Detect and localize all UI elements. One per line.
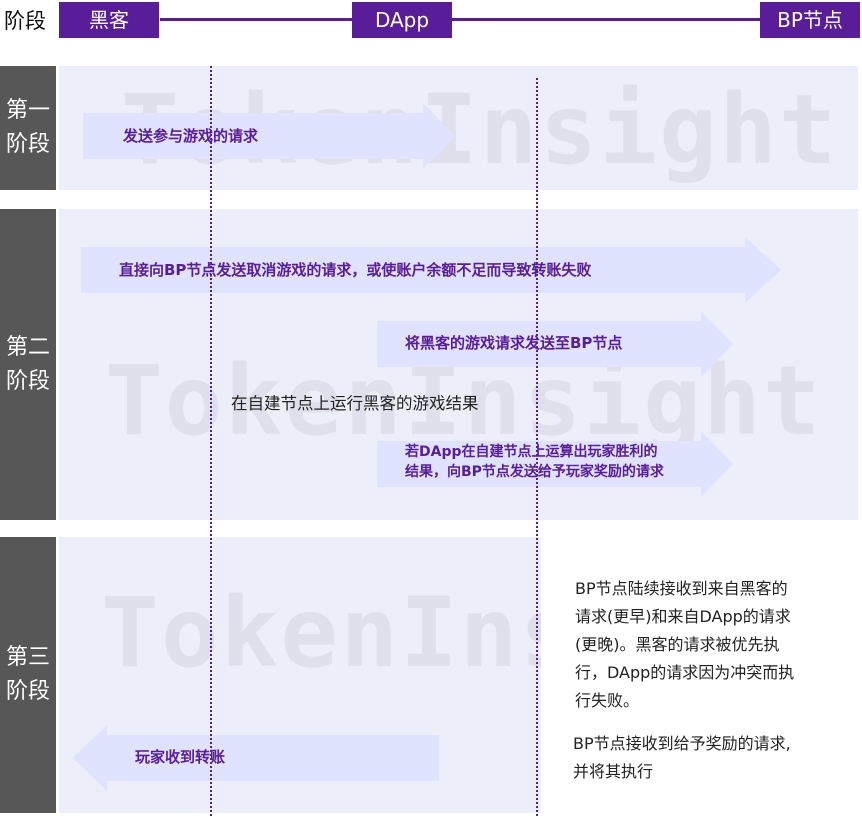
note-line: (更晚)。黑客的请求被优先执	[575, 635, 780, 654]
arrow-label-line1: 若DApp在自建节点上运算出玩家胜利的	[405, 444, 658, 460]
arrow-shape	[73, 725, 439, 791]
arrow-label: 发送参与游戏的请求	[123, 127, 259, 145]
stage-label-3-line2: 阶段	[5, 679, 50, 704]
arrow-player-receives-transfer: 玩家收到转账	[73, 725, 439, 791]
stage-label-2-line2: 阶段	[5, 368, 50, 394]
note-line: 并将其执行	[573, 762, 654, 781]
arrow-label-line2: 结果，向BP节点发送给予玩家奖励的请求	[405, 464, 664, 480]
lane-header-bp: BP节点	[760, 2, 860, 38]
lane-connector-line-left	[160, 18, 352, 21]
arrow-label: 直接向BP节点发送取消游戏的请求，或使账户余额不足而导致转账失败	[119, 261, 592, 279]
arrow-join-game-request: 发送参与游戏的请求	[83, 103, 455, 169]
arrow-send-reward-request: 若DApp在自建节点上运算出玩家胜利的 结果，向BP节点发送给予玩家奖励的请求	[377, 431, 733, 497]
note-line: 行，DApp的请求因为冲突而执	[575, 663, 795, 682]
note-run-hacker-result: 在自建节点上运行黑客的游戏结果	[231, 394, 479, 413]
lane-header-hacker: 黑客	[59, 2, 159, 38]
stage-label-2-line1: 第二	[5, 334, 50, 360]
note-line: 行失败。	[575, 691, 640, 710]
stage-label-2: 第二 阶段	[0, 209, 56, 520]
stage-2-panel: TokenInsight 直接向BP节点发送取消游戏的请求，或使账户余额不足而导…	[59, 209, 858, 520]
arrow-cancel-game-request: 直接向BP节点发送取消游戏的请求，或使账户余额不足而导致转账失败	[81, 237, 781, 303]
stage-label-1: 第一 阶段	[0, 66, 56, 190]
stage-label-3-line1: 第三	[5, 645, 50, 670]
stage-label-3: 第三 阶段	[0, 537, 56, 813]
stage-label-1-line1: 第一	[5, 98, 50, 123]
arrow-forward-hacker-request: 将黑客的游戏请求发送至BP节点	[377, 311, 733, 377]
arrow-label: 将黑客的游戏请求发送至BP节点	[405, 334, 623, 352]
lane-connector-line-right	[452, 18, 760, 21]
note-line: 请求(更早)和来自DApp的请求	[575, 607, 791, 626]
note-bp-executes-reward: BP节点接收到给予奖励的请求, 并将其执行	[573, 730, 791, 786]
note-bp-receives-requests: BP节点陆续接收到来自黑客的 请求(更早)和来自DApp的请求 (更晚)。黑客的…	[575, 575, 794, 715]
stage-1-panel: TokenInsight 发送参与游戏的请求	[59, 66, 858, 190]
note-line: BP节点接收到给予奖励的请求,	[573, 734, 791, 753]
stage-3-panel: TokenInsight BP节点陆续接收到来自黑客的 请求(更早)和来自DAp…	[59, 537, 858, 813]
note-line: BP节点陆续接收到来自黑客的	[575, 579, 788, 598]
stage-column-header: 阶段	[4, 9, 46, 33]
dapp-lane-line	[536, 78, 538, 816]
lane-header-dapp: DApp	[352, 2, 452, 38]
stage-label-1-line2: 阶段	[5, 132, 50, 157]
hacker-lane-line	[210, 66, 212, 816]
